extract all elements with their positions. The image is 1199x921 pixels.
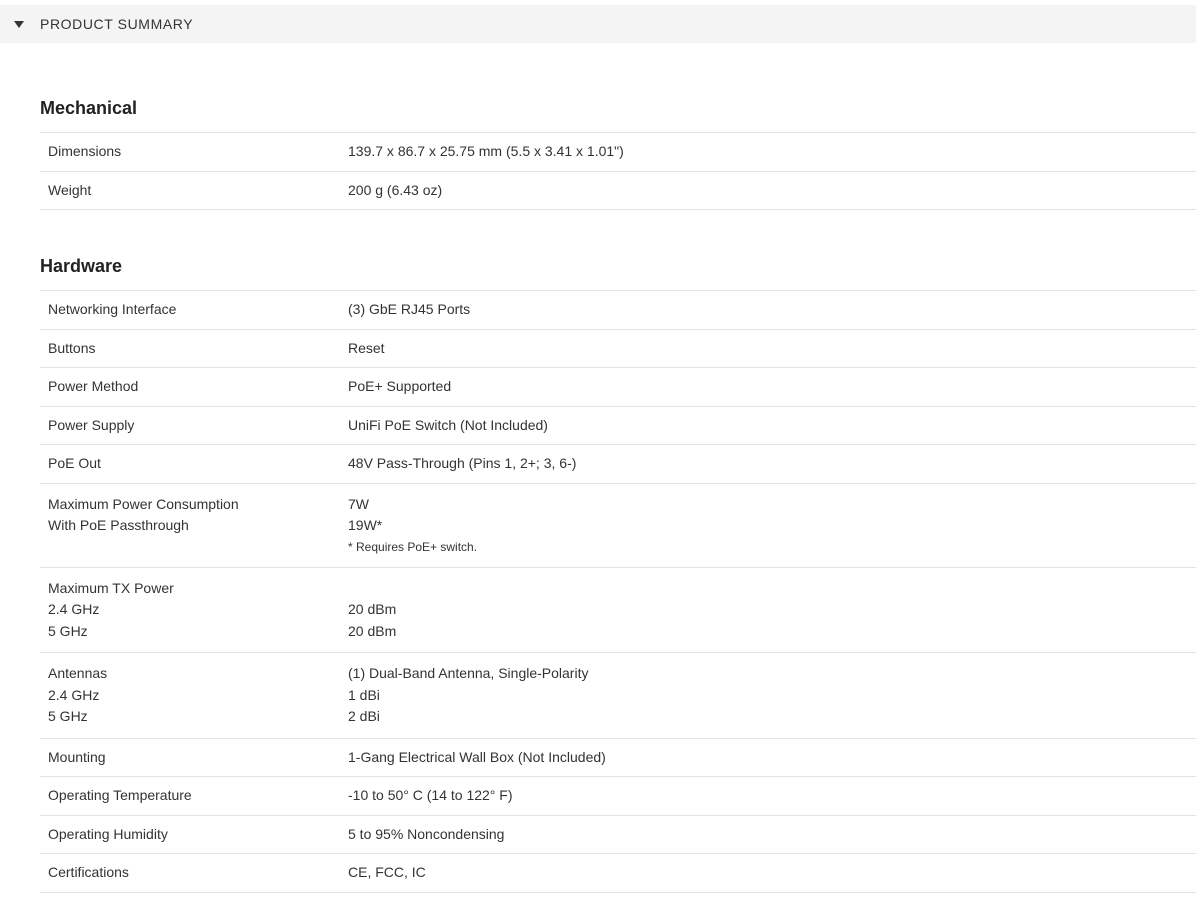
spec-label-group: Antennas 2.4 GHz 5 GHz [48, 663, 348, 728]
spec-label: Operating Temperature [48, 787, 192, 803]
spec-row-antennas: Antennas 2.4 GHz 5 GHz (1) Dual-Band Ant… [40, 653, 1196, 739]
spec-label: Certifications [48, 864, 129, 880]
spec-value: 7W [348, 495, 369, 512]
spec-value: (1) Dual-Band Antenna, Single-Polarity [348, 665, 589, 681]
spec-row-dimensions: Dimensions 139.7 x 86.7 x 25.75 mm (5.5 … [40, 133, 1196, 172]
spec-label: 5 GHz [48, 708, 88, 724]
spec-value: Reset [348, 339, 385, 356]
mechanical-spec-table: Dimensions 139.7 x 86.7 x 25.75 mm (5.5 … [40, 132, 1196, 210]
spec-label: Operating Humidity [48, 825, 168, 842]
spec-value-blank [348, 578, 1196, 600]
spec-value: 139.7 x 86.7 x 25.75 mm (5.5 x 3.41 x 1.… [348, 143, 624, 159]
spec-row-certifications: Certifications CE, FCC, IC [40, 854, 1196, 893]
spec-label-group: Maximum Power Consumption With PoE Passt… [48, 494, 348, 557]
spec-row-max-power-consumption: Maximum Power Consumption With PoE Passt… [40, 484, 1196, 568]
spec-value: UniFi PoE Switch (Not Included) [348, 416, 548, 433]
spec-label: Dimensions [48, 143, 122, 159]
spec-value: -10 to 50° C (14 to 122° F) [348, 787, 513, 803]
spec-value: 19W* [348, 517, 383, 533]
spec-row-power-method: Power Method PoE+ Supported [40, 368, 1196, 407]
spec-row-max-tx-power: Maximum TX Power 2.4 GHz 5 GHz 20 dBm 20… [40, 568, 1196, 653]
spec-label: With PoE Passthrough [48, 517, 189, 533]
spec-label: 5 GHz [48, 622, 88, 639]
spec-value: 48V Pass-Through (Pins 1, 2+; 3, 6-) [348, 455, 577, 471]
spec-row-weight: Weight 200 g (6.43 oz) [40, 172, 1196, 210]
product-summary-title: PRODUCT SUMMARY [40, 16, 194, 32]
spec-footnote: * Requires PoE+ switch. [348, 539, 478, 554]
spec-value: 200 g (6.43 oz) [348, 181, 443, 198]
spec-value-group: 7W 19W* * Requires PoE+ switch. [348, 494, 1196, 557]
spec-row-operating-humidity: Operating Humidity 5 to 95% Noncondensin… [40, 816, 1196, 854]
spec-value: 20 dBm [348, 622, 397, 639]
spec-value: 20 dBm [348, 601, 397, 617]
spec-value-group: 20 dBm 20 dBm [348, 578, 1196, 643]
spec-label: Maximum TX Power [48, 579, 174, 596]
spec-label: Networking Interface [48, 301, 177, 317]
spec-label-group: Maximum TX Power 2.4 GHz 5 GHz [48, 578, 348, 643]
spec-value: 5 to 95% Noncondensing [348, 825, 505, 842]
hardware-section: Hardware Networking Interface (3) GbE RJ… [40, 254, 1196, 893]
spec-label: 2.4 GHz [48, 686, 100, 703]
mechanical-heading: Mechanical [40, 98, 138, 118]
spec-label: Antennas [48, 665, 108, 681]
product-summary-toggle[interactable]: PRODUCT SUMMARY [0, 5, 1196, 43]
spec-label: Mounting [48, 748, 106, 765]
mechanical-section: Mechanical Dimensions 139.7 x 86.7 x 25.… [40, 96, 1196, 210]
caret-down-icon [14, 20, 24, 28]
spec-value: CE, FCC, IC [348, 864, 426, 880]
spec-label: Weight [48, 181, 92, 198]
spec-value: 1-Gang Electrical Wall Box (Not Included… [348, 748, 606, 765]
spec-row-operating-temperature: Operating Temperature -10 to 50° C (14 t… [40, 777, 1196, 816]
spec-label: Buttons [48, 339, 96, 356]
spec-label: PoE Out [48, 455, 101, 471]
spec-value-group: (1) Dual-Band Antenna, Single-Polarity 1… [348, 663, 1196, 728]
spec-row-poe-out: PoE Out 48V Pass-Through (Pins 1, 2+; 3,… [40, 445, 1196, 484]
spec-row-power-supply: Power Supply UniFi PoE Switch (Not Inclu… [40, 407, 1196, 445]
spec-label: Power Supply [48, 416, 135, 433]
hardware-heading: Hardware [40, 256, 123, 276]
spec-label: Power Method [48, 378, 139, 394]
spec-row-buttons: Buttons Reset [40, 330, 1196, 368]
spec-label: 2.4 GHz [48, 601, 100, 617]
spec-value: PoE+ Supported [348, 378, 452, 394]
spec-row-networking-interface: Networking Interface (3) GbE RJ45 Ports [40, 291, 1196, 330]
spec-value: (3) GbE RJ45 Ports [348, 301, 471, 317]
spec-value: 1 dBi [348, 686, 380, 703]
spec-row-mounting: Mounting 1-Gang Electrical Wall Box (Not… [40, 739, 1196, 777]
hardware-spec-table: Networking Interface (3) GbE RJ45 Ports … [40, 290, 1196, 893]
spec-value: 2 dBi [348, 708, 380, 724]
spec-label: Maximum Power Consumption [48, 495, 239, 512]
